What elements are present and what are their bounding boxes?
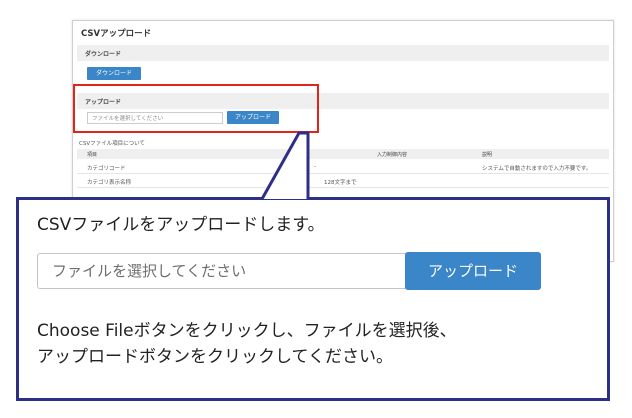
- download-section-header: ダウンロード: [77, 45, 609, 61]
- column-header: 入力制御内容: [377, 152, 408, 158]
- instruction-line: アップロードボタンをクリックしてください。: [37, 347, 393, 367]
- table-cell: カテゴリ表示名称: [87, 180, 132, 186]
- table-caption: CSVファイル項目について: [79, 141, 145, 147]
- callout-instructions: Choose Fileボタンをクリックし、ファイルを選択後、 アップロードボタン…: [37, 318, 457, 370]
- table-header: 項目 入力制御内容 説明: [77, 149, 609, 159]
- upload-highlight-box: [73, 84, 319, 133]
- table-cell: システムで自動されますので入力不要です。: [482, 166, 592, 172]
- download-section-label: ダウンロード: [85, 51, 122, 58]
- table-cell: 128文字まで: [324, 180, 357, 186]
- table-row: カテゴリ表示名称 128文字まで: [77, 175, 609, 188]
- page-title: CSVアップロード: [81, 29, 152, 39]
- column-header: 説明: [482, 152, 493, 158]
- column-header: 項目: [87, 152, 98, 158]
- table-row: カテゴリコード - システムで自動されますので入力不要です。: [77, 161, 609, 174]
- file-input[interactable]: ファイルを選択してください: [37, 253, 413, 289]
- instruction-line: Choose Fileボタンをクリックし、ファイルを選択後、: [37, 321, 457, 341]
- callout-box: CSVファイルをアップロードします。 ファイルを選択してください アップロード …: [16, 197, 610, 401]
- download-button[interactable]: ダウンロード: [87, 67, 141, 80]
- callout-headline: CSVファイルをアップロードします。: [37, 215, 325, 235]
- table-cell: カテゴリコード: [87, 166, 126, 172]
- table-cell: -: [314, 164, 316, 170]
- upload-button[interactable]: アップロード: [405, 252, 541, 290]
